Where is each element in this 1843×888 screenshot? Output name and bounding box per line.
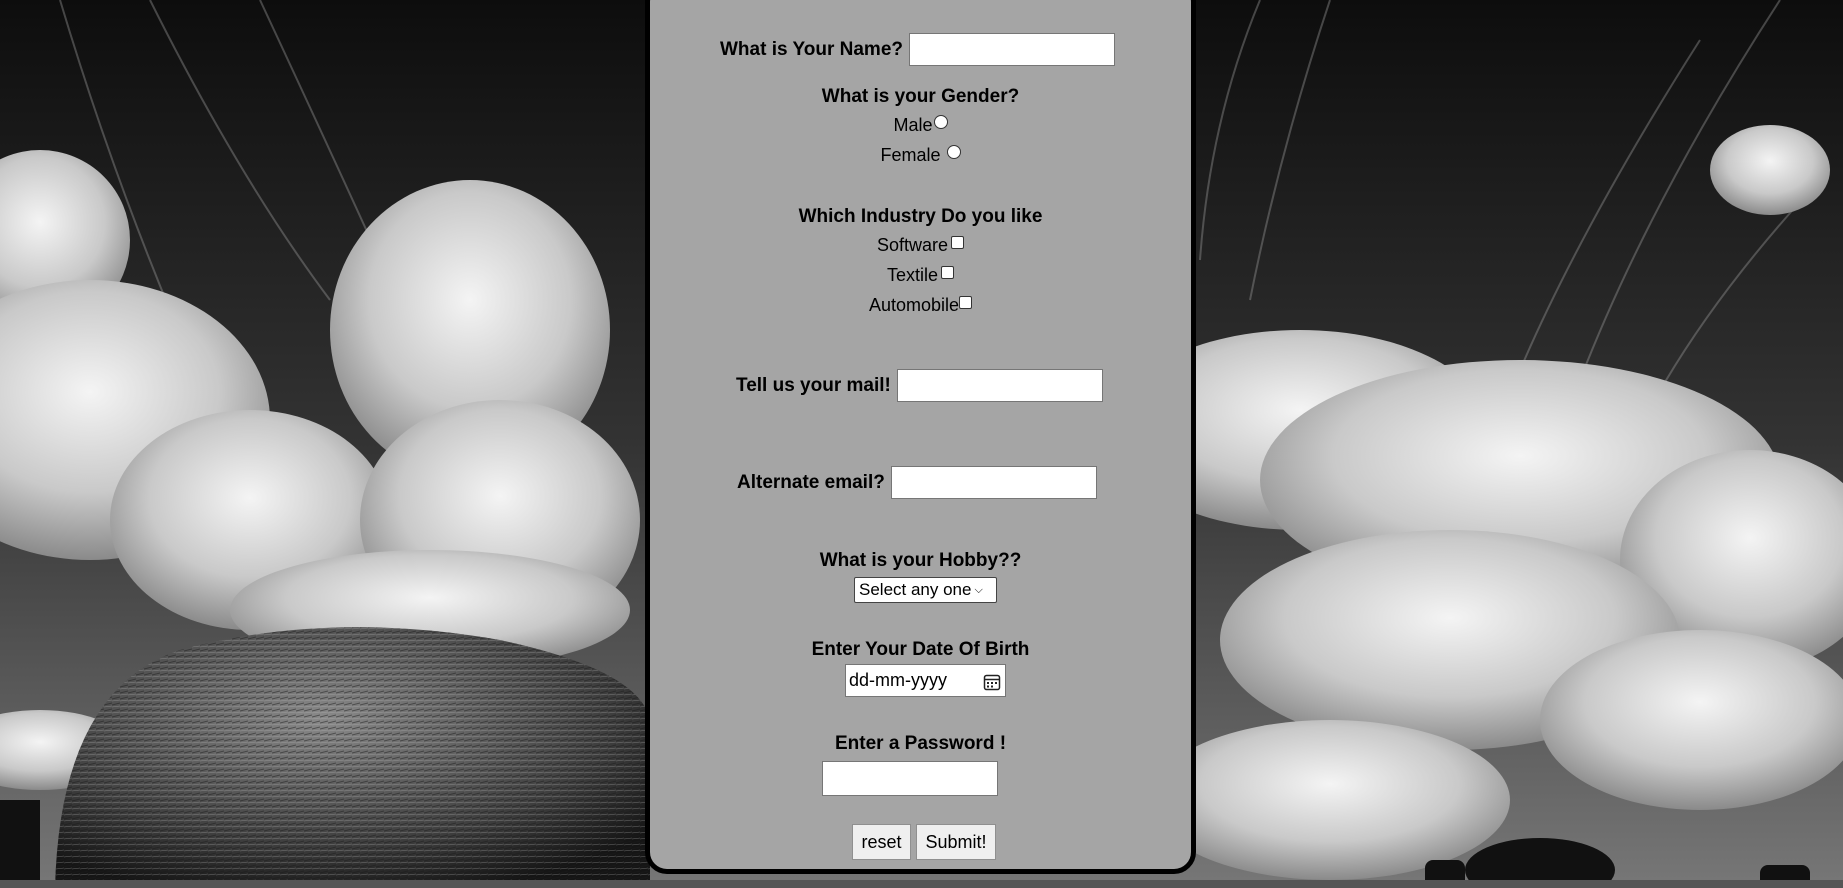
dob-input[interactable]: dd-mm-yyyy	[845, 664, 1006, 697]
mail-label: Tell us your mail!	[736, 374, 891, 396]
gender-female-radio[interactable]	[946, 144, 961, 159]
form-panel: What is Your Name? What is your Gender? …	[645, 0, 1196, 874]
industry-option-software[interactable]: Software	[650, 235, 1191, 256]
hobby-label: What is your Hobby??	[819, 550, 1022, 571]
alt-email-label: Alternate email?	[737, 471, 885, 493]
industry-option-textile-label: Textile	[886, 265, 939, 285]
gender-option-male-label: Male	[893, 115, 933, 135]
hobby-select-value: Select any one	[859, 580, 972, 599]
password-label: Enter a Password !	[834, 733, 1007, 754]
industry-option-automobile-label: Automobile	[868, 295, 960, 315]
dob-label: Enter Your Date Of Birth	[811, 639, 1030, 660]
name-input[interactable]	[909, 33, 1115, 66]
gender-label: What is your Gender?	[821, 86, 1020, 107]
password-input[interactable]	[822, 761, 998, 796]
dob-placeholder: dd-mm-yyyy	[849, 670, 947, 690]
calendar-icon[interactable]	[983, 673, 1001, 691]
chevron-down-icon: ⌵	[974, 583, 983, 596]
industry-option-automobile[interactable]: Automobile	[650, 295, 1191, 316]
mail-input[interactable]	[896, 369, 1103, 402]
industry-software-checkbox[interactable]	[951, 236, 965, 249]
hobby-select[interactable]: Select any one ⌵	[854, 577, 997, 603]
industry-option-textile[interactable]: Textile	[650, 265, 1191, 286]
submit-button[interactable]: Submit!	[916, 824, 996, 860]
alt-email-input[interactable]	[890, 466, 1097, 499]
industry-textile-checkbox[interactable]	[941, 266, 955, 279]
gender-option-female[interactable]: Female	[650, 144, 1191, 166]
mail-row: Tell us your mail!	[736, 369, 1103, 402]
gender-male-radio[interactable]	[933, 114, 948, 129]
gender-option-male[interactable]: Male	[650, 114, 1191, 136]
industry-option-software-label: Software	[876, 235, 949, 255]
industry-automobile-checkbox[interactable]	[959, 296, 973, 309]
name-label: What is Your Name?	[720, 38, 903, 60]
name-row: What is Your Name?	[720, 33, 1115, 66]
reset-button[interactable]: reset	[852, 824, 911, 860]
industry-label: Which Industry Do you like	[798, 206, 1043, 227]
gender-option-female-label: Female	[880, 145, 941, 165]
alt-email-row: Alternate email?	[737, 466, 1097, 499]
